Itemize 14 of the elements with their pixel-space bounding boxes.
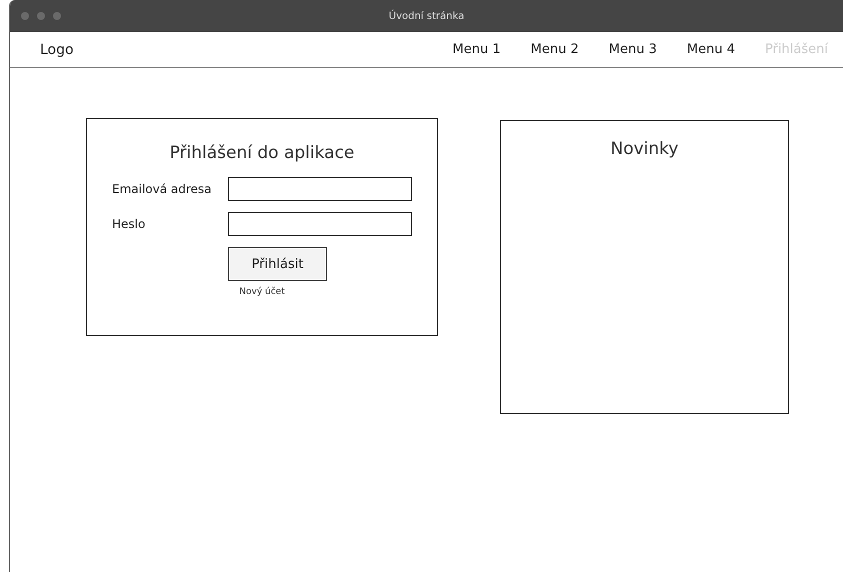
login-title: Přihlášení do aplikace: [170, 143, 354, 163]
news-title: Novinky: [610, 139, 678, 161]
input-field[interactable]: [228, 177, 412, 201]
logo[interactable]: Logo: [40, 42, 74, 58]
field-label: Emailová adresa: [112, 182, 213, 196]
menu-item[interactable]: Menu 4: [672, 42, 750, 57]
field-label: Heslo: [112, 217, 146, 231]
menu-item[interactable]: Menu 1: [438, 42, 516, 57]
menu-item[interactable]: Menu 2: [516, 42, 594, 57]
new-account-link[interactable]: Nový účet: [239, 287, 285, 297]
menu-item[interactable]: Menu 3: [594, 42, 672, 57]
login-button[interactable]: Přihlásit: [228, 247, 327, 281]
window-title: Úvodní stránka: [388, 10, 464, 22]
input-field[interactable]: [228, 212, 412, 236]
